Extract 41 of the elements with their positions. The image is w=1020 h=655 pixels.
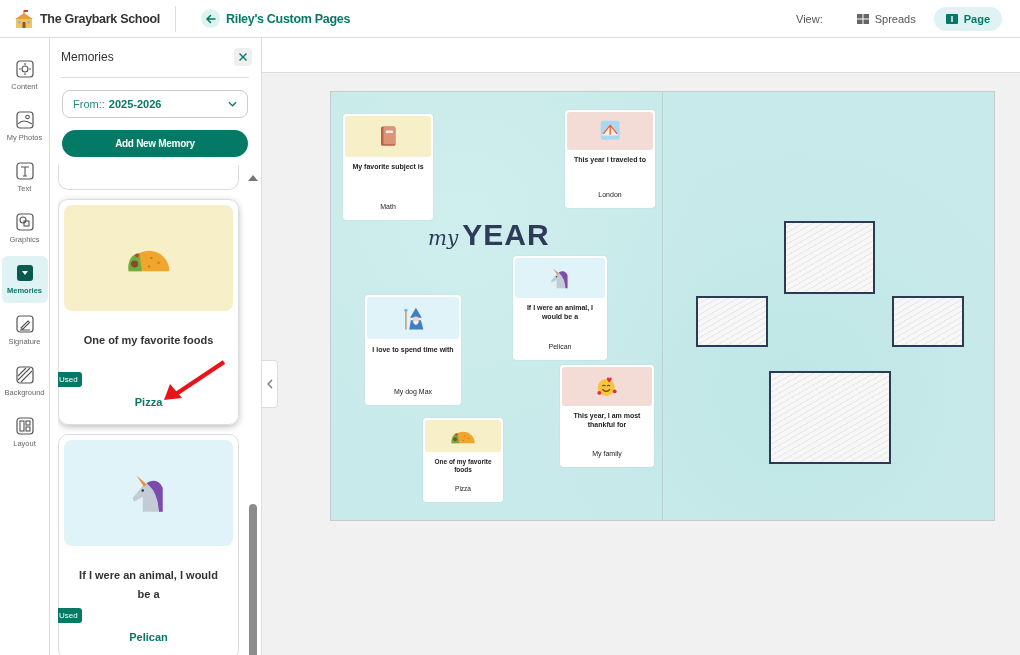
view-toggle[interactable]: Spreads: [844, 6, 928, 31]
add-memory-button[interactable]: Add New Memory: [62, 130, 248, 157]
close-icon: [238, 52, 248, 62]
scroll-up-icon[interactable]: [248, 175, 258, 181]
panel-title: Memories: [61, 50, 114, 64]
back-arrow-icon: [204, 12, 217, 25]
arrow-annotation: [162, 360, 226, 402]
memory-card[interactable]: One of my favorite foods Used Pizza: [58, 199, 239, 425]
layout-icon: [15, 417, 34, 435]
photo-placeholder[interactable]: [696, 296, 768, 347]
title-script: my: [428, 226, 459, 250]
collapse-handle[interactable]: [262, 360, 278, 408]
photo-icon: [15, 111, 34, 129]
memory-prompt: If I were an animal, I would be a: [78, 568, 219, 602]
school-name: The Graybark School: [40, 11, 161, 26]
move-icon: [15, 60, 34, 78]
text-icon: [15, 162, 34, 180]
memory-answer: Pizza: [134, 396, 163, 408]
used-badge: Used: [58, 608, 82, 623]
view-label: View:: [796, 12, 823, 25]
title-bold: YEAR: [462, 218, 550, 252]
chevron-icon: [228, 101, 237, 107]
chevron-left-icon: [266, 379, 273, 389]
page-title: Riley's Custom Pages: [226, 11, 351, 26]
grid-icon: [856, 13, 869, 24]
memory-prompt: One of my favorite foods: [82, 333, 215, 348]
image-icon: [15, 366, 34, 384]
page-icon: [945, 13, 958, 24]
scrollbar-thumb[interactable]: [249, 504, 257, 655]
close-button[interactable]: [234, 48, 252, 66]
memory-answer: Pelican: [129, 631, 168, 643]
pen-icon: [15, 315, 34, 333]
used-badge: Used: [58, 372, 82, 387]
shapes-icon: [15, 213, 34, 231]
photo-placeholder[interactable]: [769, 371, 891, 464]
year-dropdown[interactable]: From:: 2025-2026: [62, 90, 248, 118]
photo-placeholder[interactable]: [892, 296, 964, 347]
school-icon: [14, 9, 34, 28]
photo-placeholder[interactable]: [784, 221, 875, 294]
view-toggle[interactable]: Page: [933, 6, 1002, 31]
back-button[interactable]: [201, 9, 220, 28]
